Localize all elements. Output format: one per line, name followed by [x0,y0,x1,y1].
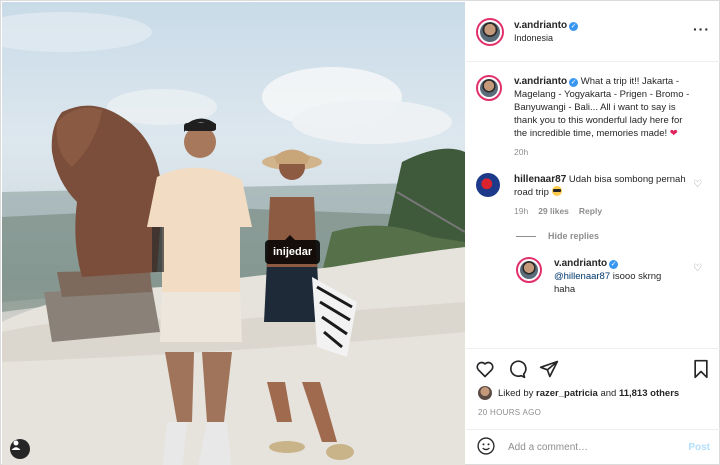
person-icon[interactable] [10,439,30,459]
photo-scene [2,12,465,465]
action-bar [466,348,720,388]
red-heart-emoji-icon: ❤ [669,128,678,139]
add-comment-bar: Post [466,429,720,465]
person-glyph [11,440,21,450]
comment-icon[interactable] [506,358,528,380]
reply-username[interactable]: v.andrianto [554,258,607,269]
verified-badge-icon: ✓ [569,78,579,87]
avatar[interactable] [476,75,502,101]
caption: v.andrianto ✓ What a trip it!! Jakarta - … [476,75,710,159]
comments-list[interactable]: v.andrianto ✓ What a trip it!! Jakarta - … [466,63,720,348]
liked-by-user-link[interactable]: razer_patricia [536,388,598,399]
header-username[interactable]: v.andrianto [514,20,567,31]
caption-time[interactable]: 20h [514,146,528,159]
hide-replies-button[interactable]: Hide replies [516,231,710,241]
liked-by-and: and [600,387,617,399]
share-icon[interactable] [538,358,560,380]
post-dialog: inijedar v.andrianto ✓ Indonesia ··· v.a… [0,0,720,465]
comment-username[interactable]: hillenaar87 [514,174,566,185]
comment-like-heart-icon[interactable]: ♡ [693,179,702,190]
avatar[interactable] [476,17,504,46]
post-side-panel: v.andrianto ✓ Indonesia ··· v.andrianto ✓ … [466,2,720,465]
post-photo[interactable]: inijedar [2,2,465,465]
avatar[interactable] [516,257,542,283]
sunglasses-emoji-icon [551,186,562,196]
divider-line [516,235,536,237]
verified-badge-icon: ✓ [609,260,619,269]
post-button[interactable]: Post [688,442,710,453]
comment: hillenaar87 Udah bisa sombong pernah roa… [476,173,710,218]
verified-badge-icon: ✓ [569,22,579,31]
heart-icon[interactable] [474,358,496,380]
comment-likes-count[interactable]: 29 likes [538,205,569,218]
emoji-icon[interactable] [476,436,496,459]
reply-like-heart-icon[interactable]: ♡ [693,263,702,274]
location-link[interactable]: Indonesia [514,33,578,43]
post-timestamp[interactable]: 20 HOURS AGO [478,408,541,417]
photo-user-tag[interactable]: inijedar [265,235,321,264]
more-horizontal-icon[interactable]: ··· [693,22,710,36]
comment-time[interactable]: 19h [514,205,528,218]
reply-button[interactable]: Reply [579,205,602,218]
post-header: v.andrianto ✓ Indonesia ··· [466,2,720,62]
liked-by-prefix: Liked by [498,387,534,399]
avatar[interactable] [476,173,500,197]
caption-username[interactable]: v.andrianto [514,76,567,87]
hide-replies-label: Hide replies [548,231,600,241]
reply: v.andrianto ✓ @hillenaar87 isooo skrng ha… [516,257,710,296]
likes-summary: Liked by razer_patricia and 11,813 other… [478,386,679,400]
reply-mention-link[interactable]: @hillenaar87 [554,271,610,282]
avatar[interactable] [478,386,492,400]
add-comment-input[interactable] [508,442,678,453]
bookmark-icon[interactable] [690,358,712,380]
likes-count-link[interactable]: 11,813 others [619,388,679,399]
